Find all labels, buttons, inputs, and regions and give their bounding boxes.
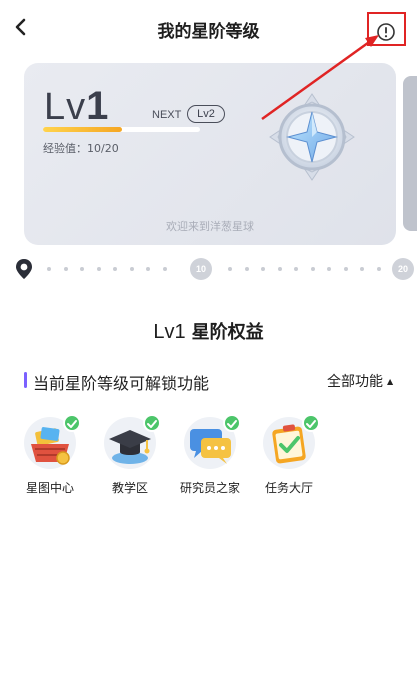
- timeline-node-10[interactable]: 10: [190, 258, 212, 280]
- current-level: Lv1: [44, 84, 110, 128]
- section-accent-bar: [24, 372, 27, 388]
- next-level-pill: Lv2: [187, 105, 225, 123]
- timeline-dot: [146, 267, 150, 271]
- feature-label: 任务大厅: [264, 481, 313, 495]
- unlocked-check-icon: [143, 414, 161, 432]
- section-title: 当前星阶等级可解锁功能: [33, 374, 210, 393]
- benefits-heading: Lv1 星阶权益: [153, 321, 264, 343]
- timeline-dot: [376, 267, 381, 271]
- timeline-dot: [80, 267, 84, 271]
- unlocked-check-icon: [223, 414, 241, 432]
- feature-task-hall[interactable]: 任务大厅: [254, 414, 324, 496]
- all-functions-toggle[interactable]: 全部功能 ▲: [327, 371, 393, 391]
- star-compass-badge-icon: [269, 93, 355, 181]
- exp-value: 经验值：10/20: [43, 142, 119, 155]
- page-title: 我的星阶等级: [157, 22, 260, 42]
- feature-label: 研究员之家: [179, 481, 240, 495]
- next-label: NEXT: [152, 109, 182, 121]
- unlocked-check-icon: [63, 414, 81, 432]
- timeline-dot: [96, 267, 101, 271]
- feature-label: 星图中心: [25, 481, 74, 495]
- timeline-dot: [277, 267, 282, 271]
- exp-progress-fill: [43, 127, 122, 132]
- timeline-dot: [244, 267, 249, 271]
- timeline-dot: [310, 267, 315, 271]
- timeline-dot: [162, 267, 167, 271]
- timeline-dot: [228, 267, 232, 271]
- card-slogan: 欢迎来到洋葱星球: [166, 220, 254, 233]
- unlocked-check-icon: [302, 414, 320, 432]
- annotation-highlight-box: [367, 12, 406, 46]
- timeline-dot: [327, 267, 331, 271]
- exp-progress-bar: [43, 127, 200, 132]
- timeline-dot: [129, 267, 134, 271]
- timeline-dot: [63, 267, 68, 271]
- feature-researcher-home[interactable]: 研究员之家: [175, 414, 245, 496]
- timeline-node-20[interactable]: 20: [392, 258, 414, 280]
- feature-teaching-area[interactable]: 教学区: [95, 414, 165, 496]
- timeline-dot: [360, 267, 364, 271]
- timeline-dot: [113, 267, 117, 271]
- feature-star-map-center[interactable]: 星图中心: [15, 414, 85, 496]
- timeline-dot: [47, 267, 51, 271]
- timeline-dot: [343, 267, 348, 271]
- timeline-dot: [261, 267, 265, 271]
- triangle-up-icon: ▲: [387, 377, 394, 386]
- feature-label: 教学区: [111, 481, 148, 495]
- timeline-dot: [294, 267, 298, 271]
- next-level-card-peek[interactable]: [403, 76, 417, 231]
- location-pin-icon: [16, 259, 32, 279]
